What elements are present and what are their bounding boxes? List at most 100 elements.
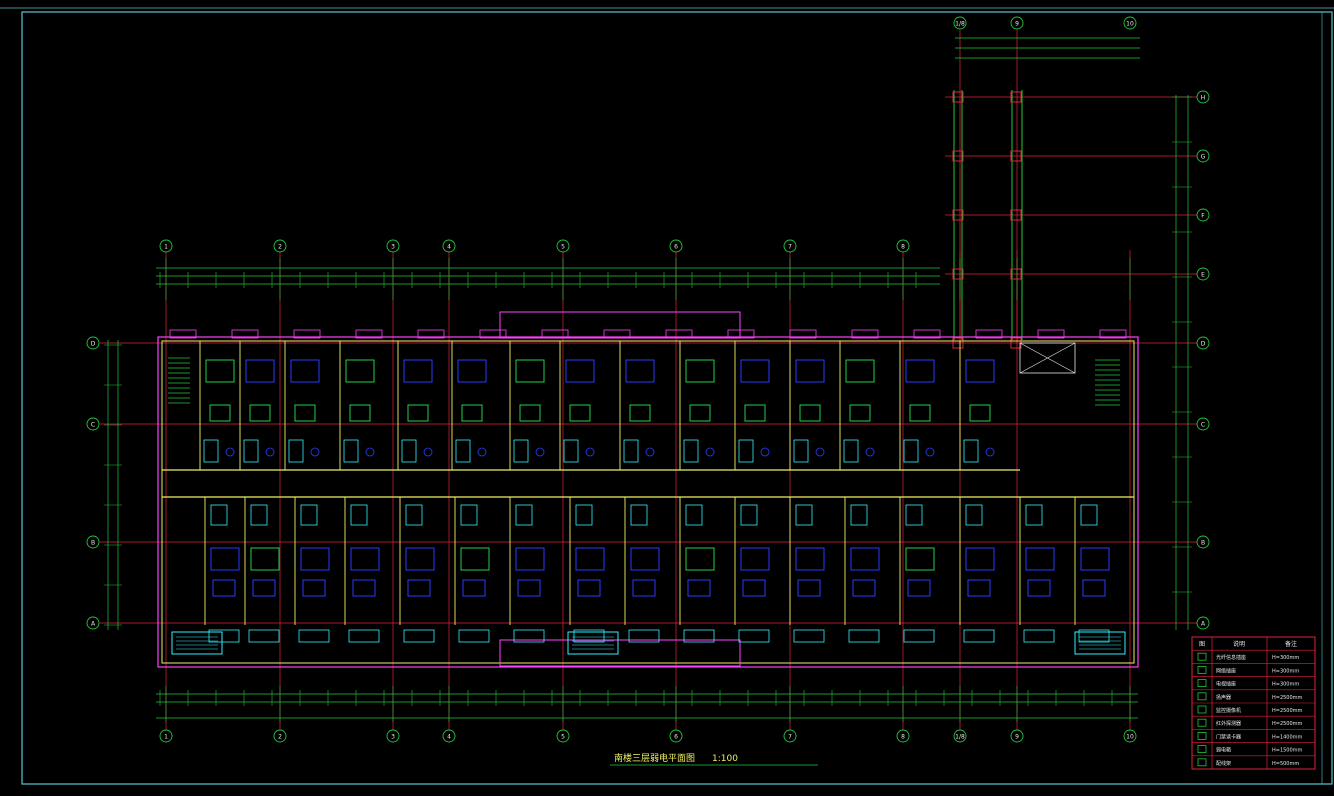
dimension-lines [104, 37, 1192, 722]
bed [350, 547, 380, 571]
axis-bubble-bottom-label: 6 [674, 734, 678, 741]
bed [740, 359, 770, 383]
legend-item-name: 监控摄像机 [1216, 707, 1241, 714]
axis-bubble-wing-label: 10 [1126, 21, 1134, 28]
tv-outlet-icon [1197, 679, 1207, 687]
toilet [815, 447, 825, 457]
bed [407, 579, 431, 597]
bed [290, 359, 320, 383]
bed [403, 359, 433, 383]
toilet [423, 447, 433, 457]
bed [630, 547, 660, 571]
balcony [348, 629, 380, 643]
bed [517, 579, 541, 597]
axis-bubble-bottom-label: 3 [391, 734, 395, 741]
bed [632, 579, 656, 597]
bed [1025, 547, 1055, 571]
roof-bump [499, 311, 741, 339]
bed [345, 359, 375, 383]
axis-grid-lines [100, 30, 1200, 730]
terrace [567, 631, 619, 655]
toilet [535, 447, 545, 457]
bed [685, 547, 715, 571]
terrace [1074, 631, 1126, 655]
axis-bubble-right-label: G [1201, 154, 1206, 161]
axis-bubble-bottom-label: 2 [278, 734, 282, 741]
bed [1080, 547, 1110, 571]
drawing-scale: 1:100 [712, 754, 738, 764]
bathroom [740, 504, 758, 526]
bed [967, 579, 991, 597]
legend-item-note: H=300mm [1272, 668, 1299, 674]
building-walls [157, 311, 1139, 668]
legend-item-name: 门禁读卡器 [1216, 733, 1241, 740]
toilet [225, 447, 235, 457]
axis-bubble-right-label: B [1201, 540, 1205, 547]
detector-icon [1197, 718, 1207, 727]
bathroom [575, 504, 593, 526]
bathroom [203, 439, 219, 463]
bottom-bump [499, 639, 741, 667]
bathroom [243, 439, 259, 463]
bathroom [1025, 504, 1043, 526]
bathroom [623, 439, 639, 463]
building-inner-wall [161, 340, 1135, 664]
box-icon [1197, 745, 1207, 753]
distribution-icon [1197, 758, 1207, 767]
axis-bubble-top-label: 1 [164, 244, 168, 251]
axis-bubble-top-label: 4 [447, 244, 451, 251]
balcony [738, 629, 770, 643]
desk [294, 404, 316, 422]
toilet [865, 447, 875, 457]
bed [515, 359, 545, 383]
bathroom [905, 504, 923, 526]
bed [210, 547, 240, 571]
axis-bubble-top-label: 7 [788, 244, 792, 251]
axis-bubble-top-label: 3 [391, 244, 395, 251]
desk [744, 404, 766, 422]
bathroom [460, 504, 478, 526]
bed [300, 547, 330, 571]
toilet [477, 447, 487, 457]
bed [565, 359, 595, 383]
desk [209, 404, 231, 422]
bathroom [630, 504, 648, 526]
balcony [793, 629, 825, 643]
axis-bubble-bottom-label: 7 [788, 734, 792, 741]
bed [250, 547, 280, 571]
balcony [848, 629, 880, 643]
desk [849, 404, 871, 422]
toilet [365, 447, 375, 457]
bathroom [300, 504, 318, 526]
bathroom [401, 439, 417, 463]
legend-item-note: H=2500mm [1272, 695, 1303, 701]
bed [907, 579, 931, 597]
desk [349, 404, 371, 422]
bed [212, 579, 236, 597]
legend-item-name: 扬声器 [1216, 694, 1231, 701]
bathroom [965, 504, 983, 526]
toilet [985, 447, 995, 457]
legend-header: 图 [1199, 641, 1205, 648]
bathroom [515, 504, 533, 526]
bed [687, 579, 711, 597]
bathroom [683, 439, 699, 463]
balcony [963, 629, 995, 643]
axis-bubble-top-label: 8 [901, 244, 905, 251]
axis-bubble-bottom-label: 1/8 [955, 734, 965, 741]
legend-item-name: 光纤信息插座 [1216, 654, 1246, 661]
reader-icon [1197, 732, 1207, 740]
bed [205, 359, 235, 383]
bathroom [903, 439, 919, 463]
axis-bubble-bottom-label: 8 [901, 734, 905, 741]
axis-bubble-right-label: E [1201, 272, 1205, 279]
bathroom [685, 504, 703, 526]
desk [969, 404, 991, 422]
bed [577, 579, 601, 597]
bed [905, 547, 935, 571]
bed [795, 359, 825, 383]
building-outline [157, 336, 1139, 668]
legend-item-name: 网络插座 [1216, 667, 1236, 674]
axis-bubbles: 1 2 3 4 5 6 7 81 2 3 4 5 6 7 8 1/8 9 101/8 9 10DCBAHGFEDCBA [86, 16, 1210, 743]
desk [569, 404, 591, 422]
